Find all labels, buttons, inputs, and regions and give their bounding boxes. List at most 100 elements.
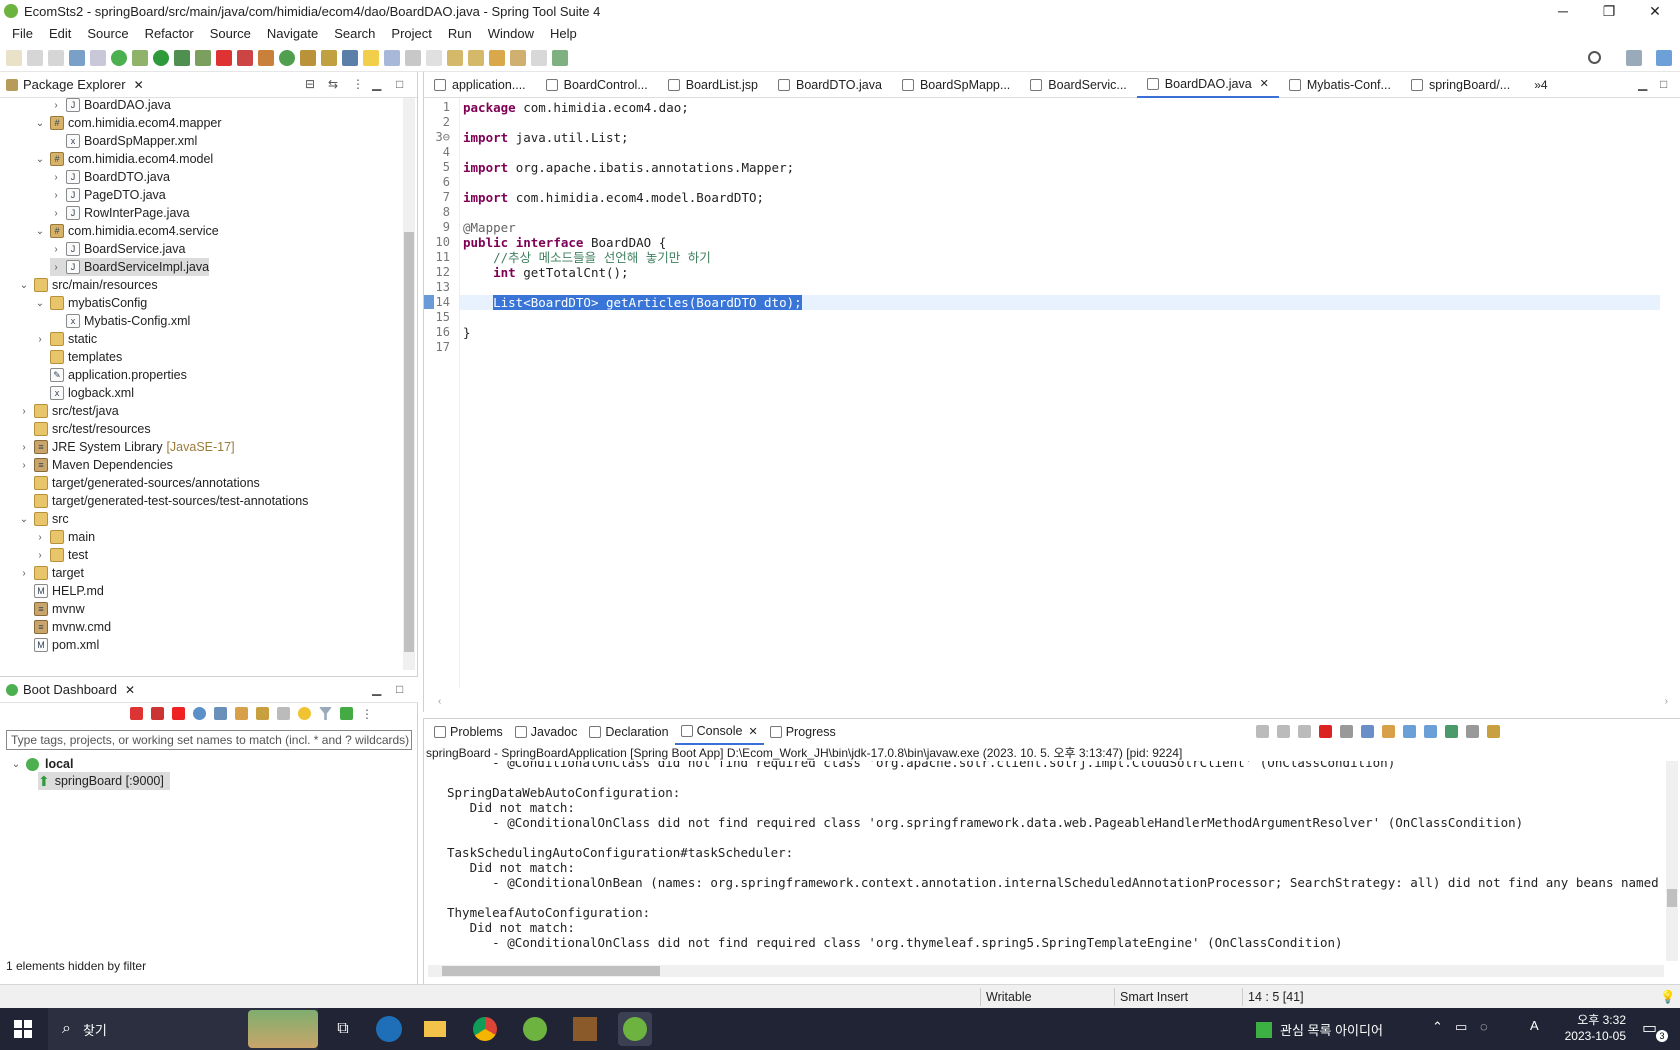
tree-item[interactable]: ≡ mvnw.cmd: [18, 618, 111, 636]
tree-item[interactable]: Mpom.xml: [18, 636, 99, 654]
last-edit-icon[interactable]: [489, 49, 505, 66]
tree-item[interactable]: x Mybatis-Config.xml: [50, 312, 190, 330]
save-all-icon[interactable]: [48, 49, 64, 66]
console-tool-icon[interactable]: [1424, 725, 1437, 738]
console-vscroll[interactable]: [1666, 761, 1678, 961]
mark-occurrences-icon[interactable]: [363, 49, 379, 66]
tree-twisty-icon[interactable]: ⌄: [18, 514, 30, 525]
stop-icon[interactable]: [216, 49, 232, 66]
console-tab[interactable]: Problems: [428, 719, 509, 745]
terminal-icon[interactable]: [69, 49, 85, 66]
start-button[interactable]: [6, 1012, 40, 1046]
block-select-icon[interactable]: [405, 49, 421, 66]
tree-scrollbar[interactable]: [403, 98, 415, 670]
springboard-app-node[interactable]: ⬆ springBoard [:9000]: [38, 772, 170, 790]
tab-overflow-button[interactable]: »4: [1534, 78, 1547, 92]
edge-icon[interactable]: [376, 1016, 402, 1042]
file-explorer-icon[interactable]: [418, 1012, 452, 1046]
expose-icon[interactable]: [235, 707, 248, 720]
console-hscroll[interactable]: [428, 965, 1664, 977]
minimize-editor-icon[interactable]: ▁: [1638, 77, 1647, 91]
boot-filter-input[interactable]: Type tags, projects, or working set name…: [6, 730, 412, 750]
minimize-view-icon[interactable]: ▁: [372, 77, 381, 91]
tree-item[interactable]: › target: [18, 564, 84, 582]
close-console-icon[interactable]: ✕: [748, 725, 757, 738]
tree-item[interactable]: › ≡ JRE System Library [JavaSE-17]: [18, 438, 235, 456]
bulb-icon[interactable]: [298, 707, 311, 720]
maximize-button[interactable]: ❐: [1586, 0, 1632, 22]
menu-source-2[interactable]: Source: [202, 26, 259, 41]
relaunch-icon[interactable]: [237, 49, 253, 66]
tree-twisty-icon[interactable]: ›: [18, 442, 30, 453]
tree-item[interactable]: › J BoardService.java: [50, 240, 185, 258]
close-boot-dashboard-icon[interactable]: ✕: [125, 683, 135, 697]
close-button[interactable]: ✕: [1632, 0, 1678, 22]
tree-item[interactable]: › J PageDTO.java: [50, 186, 166, 204]
collapse-all-icon[interactable]: ⊟: [305, 77, 315, 91]
notification-icon[interactable]: ▭: [1642, 1018, 1657, 1038]
code-line[interactable]: import java.util.List;: [463, 130, 629, 145]
ime-indicator[interactable]: A: [1530, 1018, 1539, 1033]
console-tool-icon[interactable]: [1277, 725, 1290, 738]
debug-start-icon[interactable]: [151, 707, 164, 720]
tree-item[interactable]: › ≡ Maven Dependencies: [18, 456, 173, 474]
open-browser-icon[interactable]: [193, 707, 206, 720]
console-tool-icon[interactable]: [1445, 725, 1458, 738]
maximize-boot-view-icon[interactable]: □: [396, 682, 403, 696]
tip-bulb-icon[interactable]: 💡: [1660, 990, 1676, 1005]
tree-twisty-icon[interactable]: ›: [50, 244, 62, 255]
boot-stop-icon[interactable]: [172, 707, 185, 720]
taskbar-search-box[interactable]: ⌕ 찾기: [48, 1008, 318, 1050]
menu-refactor[interactable]: Refactor: [137, 26, 202, 41]
code-line[interactable]: }: [463, 325, 471, 340]
new-icon[interactable]: [6, 49, 22, 66]
maximize-view-icon[interactable]: □: [396, 77, 403, 91]
menu-file[interactable]: File: [4, 26, 41, 41]
properties-icon[interactable]: [277, 707, 290, 720]
tree-item[interactable]: target/generated-test-sources/test-annot…: [18, 492, 308, 510]
console-tab[interactable]: Console ✕: [674, 719, 764, 745]
clock[interactable]: 오후 3:32 2023-10-05: [1552, 1012, 1626, 1044]
tree-twisty-icon[interactable]: ›: [50, 172, 62, 183]
whitespace-icon[interactable]: [426, 49, 442, 66]
editor-hscroll[interactable]: ‹ ›: [438, 696, 1668, 708]
editor-tab[interactable]: BoardDTO.java: [768, 72, 892, 98]
sts-active-icon[interactable]: [618, 1012, 652, 1046]
editor-tab[interactable]: Mybatis-Conf...: [1279, 72, 1401, 98]
menu-help[interactable]: Help: [542, 26, 585, 41]
tree-scroll-thumb[interactable]: [404, 232, 414, 652]
tree-item[interactable]: › J BoardDAO.java: [50, 98, 171, 114]
tree-twisty-icon[interactable]: ⌄: [18, 280, 30, 291]
tree-item[interactable]: ⌄ src/main/resources: [18, 276, 158, 294]
console-tool-icon[interactable]: [1340, 725, 1353, 738]
local-node[interactable]: ⌄ local: [10, 755, 74, 773]
tree-twisty-icon[interactable]: ›: [18, 406, 30, 417]
tree-twisty-icon[interactable]: ›: [50, 208, 62, 219]
menu-edit[interactable]: Edit: [41, 26, 79, 41]
menu-navigate[interactable]: Navigate: [259, 26, 326, 41]
console-tool-icon[interactable]: [1487, 725, 1500, 738]
menu-search[interactable]: Search: [326, 26, 383, 41]
tree-item[interactable]: › test: [34, 546, 88, 564]
view-menu-icon[interactable]: ⋮: [352, 77, 364, 91]
menu-source[interactable]: Source: [79, 26, 136, 41]
run-icon[interactable]: [153, 49, 169, 66]
volume-icon[interactable]: ◌: [1480, 1019, 1488, 1034]
code-line[interactable]: package com.himidia.ecom4.dao;: [463, 100, 689, 115]
console-vscroll-thumb[interactable]: [1667, 889, 1677, 907]
chrome-icon[interactable]: [468, 1012, 502, 1046]
link-editor-icon[interactable]: ⇆: [328, 77, 338, 91]
tree-twisty-icon[interactable]: ›: [18, 460, 30, 471]
word-wrap-icon[interactable]: [384, 49, 400, 66]
tree-twisty-icon[interactable]: ›: [50, 190, 62, 201]
save-icon[interactable]: [27, 49, 43, 66]
tree-twisty-icon[interactable]: ›: [34, 532, 46, 543]
boot-view-menu-icon[interactable]: ⋮: [361, 707, 373, 721]
console-output[interactable]: - @ConditionalOnClass did not find requi…: [424, 761, 1664, 961]
new-java-package-icon[interactable]: [258, 49, 274, 66]
tree-twisty-icon[interactable]: ⌄: [34, 226, 46, 237]
edit-icon[interactable]: [256, 707, 269, 720]
tree-twisty-icon[interactable]: ›: [34, 550, 46, 561]
boot-dashboard-icon[interactable]: [111, 49, 127, 66]
code-line[interactable]: import org.apache.ibatis.annotations.Map…: [463, 160, 794, 175]
